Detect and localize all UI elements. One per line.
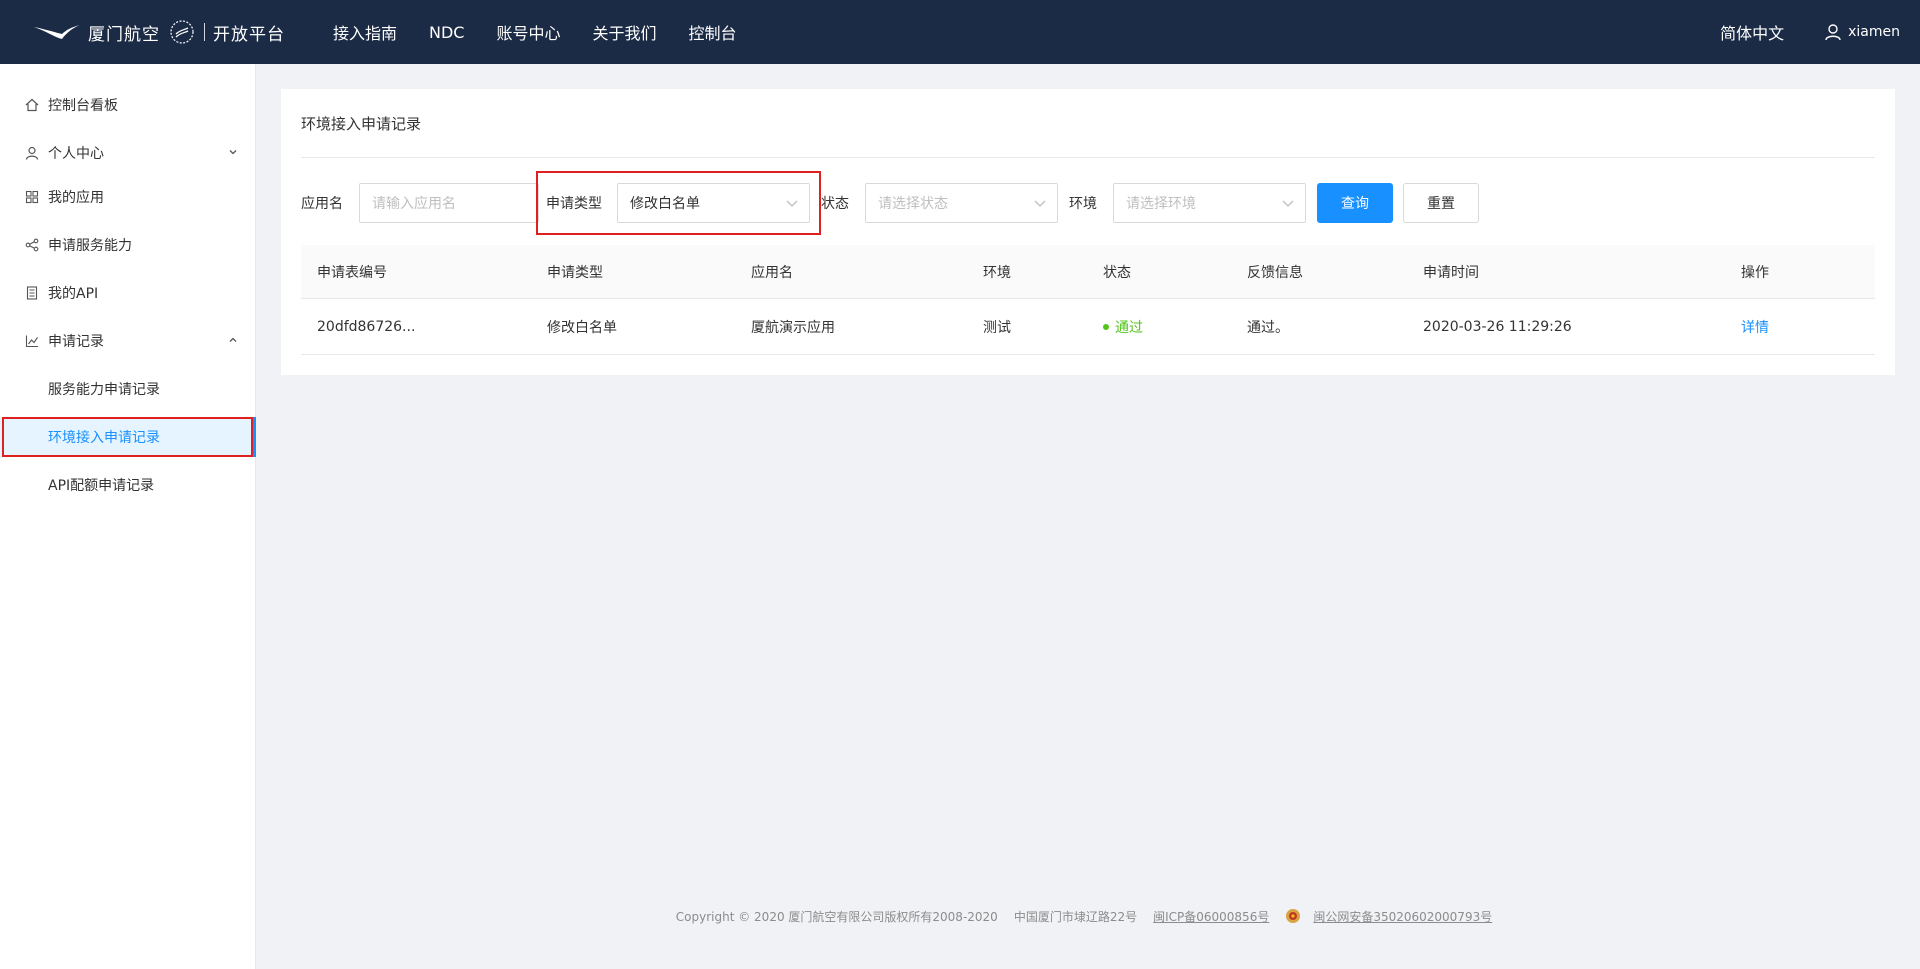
column-header: 申请类型 xyxy=(547,264,603,281)
nav-item-account[interactable]: 账号中心 xyxy=(496,20,560,44)
chevron-down-icon xyxy=(229,150,237,155)
table-row: 20dfd86726... 修改白名单 厦航演示应用 测试 通过 通过。 202… xyxy=(301,299,1875,355)
detail-link[interactable]: 详情 xyxy=(1741,299,1769,354)
home-icon xyxy=(24,97,40,113)
grid-icon xyxy=(24,189,40,205)
top-right: 简体中文 xiamen xyxy=(1720,0,1900,64)
env-placeholder: 请选择环境 xyxy=(1126,196,1196,212)
sidebar-item-label: 申请服务能力 xyxy=(48,238,132,254)
police-badge-icon xyxy=(1286,909,1301,923)
sidebar-item-my-api[interactable]: 我的API xyxy=(0,273,256,313)
user-icon xyxy=(24,145,40,161)
column-header: 反馈信息 xyxy=(1247,264,1303,281)
status-dot xyxy=(1103,323,1109,330)
brand-platform: 开放平台 xyxy=(213,24,285,45)
column-header: 环境 xyxy=(983,264,1011,281)
nav-item-console[interactable]: 控制台 xyxy=(689,20,737,44)
emblem-icon xyxy=(170,20,194,44)
chevron-down-icon xyxy=(786,200,798,207)
status-placeholder: 请选择状态 xyxy=(878,196,948,212)
language-switch[interactable]: 简体中文 xyxy=(1720,20,1784,44)
xiamen-airlines-bird-icon xyxy=(34,25,80,39)
title-divider xyxy=(301,157,1875,158)
column-header: 状态 xyxy=(1103,264,1131,281)
share-icon xyxy=(24,237,40,253)
page-title: 环境接入申请记录 xyxy=(301,115,422,133)
brand-logo[interactable]: 厦门航空 开放平台 xyxy=(32,0,285,64)
env-label: 环境 xyxy=(1069,196,1097,212)
sidebar-subitem-service-records[interactable]: 服务能力申请记录 xyxy=(0,369,256,409)
reset-button[interactable]: 重置 xyxy=(1403,183,1479,223)
app-name-input[interactable]: 请输入应用名 xyxy=(359,183,539,223)
sidebar-subitem-env-records[interactable]: 环境接入申请记录 xyxy=(0,417,256,457)
sidebar-item-label: 我的应用 xyxy=(48,190,104,206)
cell-time: 2020-03-26 11:29:26 xyxy=(1423,318,1572,335)
status-label: 状态 xyxy=(821,196,849,212)
sidebar-item-label: 控制台看板 xyxy=(48,98,118,114)
document-icon xyxy=(24,285,40,301)
sidebar-subitem-quota-records[interactable]: API配额申请记录 xyxy=(0,465,256,505)
status-select[interactable]: 请选择状态 xyxy=(865,183,1058,223)
column-header: 应用名 xyxy=(751,264,793,281)
footer-address: 中国厦门市埭辽路22号 xyxy=(1013,909,1138,924)
nav-item-ndc[interactable]: NDC xyxy=(429,23,464,42)
cell-type: 修改白名单 xyxy=(547,319,617,336)
chevron-down-icon xyxy=(1282,200,1294,207)
app-name-label: 应用名 xyxy=(301,196,343,212)
sidebar-item-records[interactable]: 申请记录 xyxy=(0,321,256,361)
column-header: 申请时间 xyxy=(1423,264,1479,281)
type-selected-value: 修改白名单 xyxy=(630,196,700,212)
nav-item-about[interactable]: 关于我们 xyxy=(593,20,657,44)
app-name-placeholder: 请输入应用名 xyxy=(372,196,456,212)
env-select[interactable]: 请选择环境 xyxy=(1113,183,1306,223)
type-select[interactable]: 修改白名单 xyxy=(617,183,810,223)
footer-police: 闽公网安备35020602000793号 xyxy=(1285,908,1500,925)
sidebar-item-label: 个人中心 xyxy=(48,146,104,162)
user-icon xyxy=(1825,24,1841,41)
main-nav: 接入指南 NDC 账号中心 关于我们 控制台 xyxy=(333,0,769,64)
footer-copyright: Copyright © 2020 厦门航空有限公司版权所有2008-2020 xyxy=(675,909,998,924)
chart-icon xyxy=(24,333,40,349)
user-menu[interactable]: xiamen xyxy=(1824,23,1900,41)
cell-id: 20dfd86726... xyxy=(317,318,416,335)
footer-icp-link[interactable]: 闽ICP备06000856号 xyxy=(1153,908,1269,925)
sidebar: 控制台看板 个人中心 我的应用 申请服务能力 我的API 申请记录 服务能力申请… xyxy=(0,64,256,969)
top-navbar: 厦门航空 开放平台 接入指南 NDC 账号中心 关于我们 控制台 简体中文 xi… xyxy=(0,0,1920,64)
footer-police-link[interactable]: 闽公网安备35020602000793号 xyxy=(1313,908,1492,925)
sidebar-item-dashboard[interactable]: 控制台看板 xyxy=(0,85,256,125)
sidebar-item-label: 申请记录 xyxy=(48,334,104,350)
query-button[interactable]: 查询 xyxy=(1317,183,1393,223)
brand-separator xyxy=(204,23,205,41)
cell-feedback: 通过。 xyxy=(1247,319,1289,336)
footer: Copyright © 2020 厦门航空有限公司版权所有2008-2020 中… xyxy=(256,904,1920,928)
table-header: 申请表编号 申请类型 应用名 环境 状态 反馈信息 申请时间 操作 xyxy=(301,245,1875,299)
sidebar-item-label: 我的API xyxy=(48,286,99,302)
cell-app: 厦航演示应用 xyxy=(751,319,835,336)
chevron-up-icon xyxy=(229,337,237,342)
chevron-down-icon xyxy=(1034,200,1046,207)
type-label: 申请类型 xyxy=(546,196,602,212)
sidebar-item-personal[interactable]: 个人中心 xyxy=(0,133,256,173)
status-badge: 通过 xyxy=(1115,319,1143,336)
cell-env: 测试 xyxy=(983,319,1011,336)
username: xiamen xyxy=(1848,24,1900,40)
sidebar-item-my-apps[interactable]: 我的应用 xyxy=(0,177,256,217)
sidebar-item-apply-service[interactable]: 申请服务能力 xyxy=(0,225,256,265)
column-header: 操作 xyxy=(1741,264,1769,281)
content-card: 环境接入申请记录 应用名 请输入应用名 申请类型 修改白名单 状态 请选择状态 … xyxy=(281,89,1895,375)
brand-name: 厦门航空 xyxy=(88,24,160,45)
column-header: 申请表编号 xyxy=(317,264,387,281)
nav-item-guide[interactable]: 接入指南 xyxy=(333,20,397,44)
cell-status: 通过 xyxy=(1103,299,1143,354)
